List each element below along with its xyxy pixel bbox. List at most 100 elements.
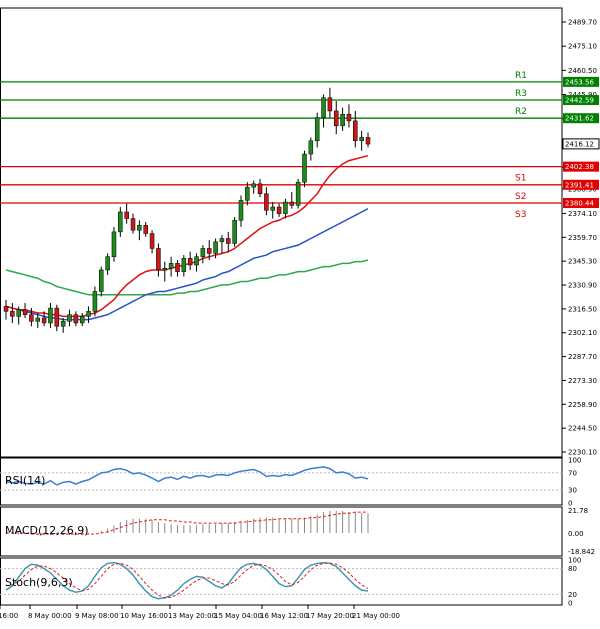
level-price-label-r2: 2431.62 — [565, 115, 594, 123]
candle-body — [226, 238, 231, 244]
main-panel-frame — [0, 7, 563, 458]
candle-body — [365, 137, 371, 145]
candle-body — [327, 97, 333, 112]
candle-body — [73, 314, 79, 324]
candle-body — [130, 218, 136, 231]
y-axis-tick-label: 2230.10 — [568, 449, 597, 457]
candle-body — [270, 206, 275, 211]
candle-body — [213, 241, 218, 254]
y-axis-tick-label: 2489.70 — [568, 19, 597, 27]
rsi-tick-label: 100 — [568, 457, 581, 465]
candle-body — [321, 97, 326, 118]
y-axis-tick-label: 2258.90 — [568, 401, 597, 409]
rsi-line — [5, 466, 369, 486]
candle-body — [67, 314, 72, 322]
stoch-tick-label: 20 — [568, 591, 577, 599]
y-axis-tick-label: 2330.90 — [568, 282, 597, 290]
candle-body — [54, 307, 60, 327]
candle-body — [162, 268, 168, 271]
candle-body — [238, 200, 244, 221]
candle-body — [353, 120, 358, 142]
candle-body — [346, 114, 352, 122]
candle-body — [16, 309, 21, 317]
candle-body — [86, 311, 91, 317]
stoch-tick-label: 0 — [568, 600, 572, 608]
level-name-r3: R3 — [515, 89, 527, 99]
candle-body — [283, 201, 288, 214]
level-name-r1: R1 — [515, 71, 527, 81]
last-price-label: 2416.12 — [565, 140, 594, 148]
candle-body — [276, 206, 282, 214]
x-axis-tick-label: 16 May 12:00 — [260, 612, 308, 620]
candle-body — [257, 183, 263, 195]
macd-tick-label: -18.842 — [568, 548, 595, 556]
stoch-panel-frame — [0, 557, 563, 606]
x-axis-tick-label: 13 May 20:00 — [168, 612, 216, 620]
candle-body — [79, 316, 85, 324]
y-axis-tick-label: 2273.30 — [568, 377, 597, 385]
candle-body — [29, 314, 34, 322]
y-axis-tick-label: 2475.10 — [568, 43, 597, 51]
candle-body — [302, 153, 307, 183]
y-axis-tick-label: 2359.70 — [568, 234, 597, 242]
y-axis-tick-label: 2244.50 — [568, 425, 597, 433]
candle-body — [232, 220, 237, 244]
candle-body — [251, 183, 256, 188]
level-price-label-s2: 2391.41 — [565, 181, 594, 189]
candle-body — [194, 256, 199, 266]
x-axis-tick-label: 15 May 04:00 — [214, 612, 262, 620]
candle-body — [35, 317, 41, 322]
x-axis-tick-label: 10 May 16:00 — [120, 612, 168, 620]
candle-body — [175, 263, 180, 272]
candle-body — [264, 193, 269, 211]
level-name-s1: S1 — [515, 174, 526, 184]
candle-body — [359, 137, 364, 142]
candle-body — [118, 211, 123, 233]
y-axis-tick-label: 2316.50 — [568, 305, 597, 313]
x-axis-tick-label: 17 May 20:00 — [306, 612, 354, 620]
level-name-s3: S3 — [515, 210, 526, 220]
x-axis-tick-label: 8 May 00:00 — [28, 612, 72, 620]
macd-tick-label: 0.00 — [568, 530, 584, 538]
candle-body — [92, 291, 98, 312]
rsi-label: RSI(14) — [5, 474, 45, 487]
stoch-tick-label: 80 — [568, 565, 577, 573]
candle-body — [340, 114, 345, 127]
candle-body — [187, 258, 193, 266]
candle-body — [206, 248, 212, 254]
candle-body — [137, 224, 142, 231]
candle-body — [99, 269, 104, 292]
candle-body — [156, 248, 161, 271]
candle-body — [48, 307, 53, 324]
x-axis-tick-label: 9 May 08:00 — [75, 612, 119, 620]
candle-body — [308, 140, 314, 155]
level-price-label-r3: 2442.59 — [565, 97, 594, 105]
candle-body — [181, 258, 187, 272]
level-price-label-s1: 2402.38 — [565, 163, 594, 171]
level-name-s2: S2 — [515, 192, 526, 202]
rsi-tick-label: 70 — [568, 469, 577, 477]
candle-body — [60, 321, 66, 327]
level-price-label-s3: 2380.44 — [565, 199, 594, 207]
x-axis-tick-label: 16:00 — [0, 612, 18, 620]
candle-body — [333, 110, 339, 127]
ma-green-line — [5, 259, 369, 296]
stoch-tick-label: 100 — [568, 557, 581, 565]
candle-body — [245, 186, 250, 201]
candle-body — [111, 231, 117, 257]
y-axis-tick-label: 2374.10 — [568, 210, 597, 218]
y-axis-tick-label: 2345.30 — [568, 258, 597, 266]
macd-label: MACD(12,26,9) — [5, 524, 89, 537]
candle-body — [168, 263, 174, 269]
stoch-label: Stoch(9,6,3) — [5, 576, 73, 589]
chart-canvas: 2489.702475.102460.502445.902431.302416.… — [0, 7, 600, 620]
candle-body — [314, 117, 320, 142]
candle-body — [41, 317, 47, 324]
x-axis-tick-label: 21 May 00:00 — [352, 612, 400, 620]
y-axis-tick-label: 2460.50 — [568, 67, 597, 75]
candle-body — [105, 256, 110, 271]
candle-body — [149, 233, 155, 249]
y-axis-tick-label: 2287.70 — [568, 353, 597, 361]
candle-body — [289, 201, 295, 206]
macd-tick-label: 21.78 — [568, 507, 588, 515]
